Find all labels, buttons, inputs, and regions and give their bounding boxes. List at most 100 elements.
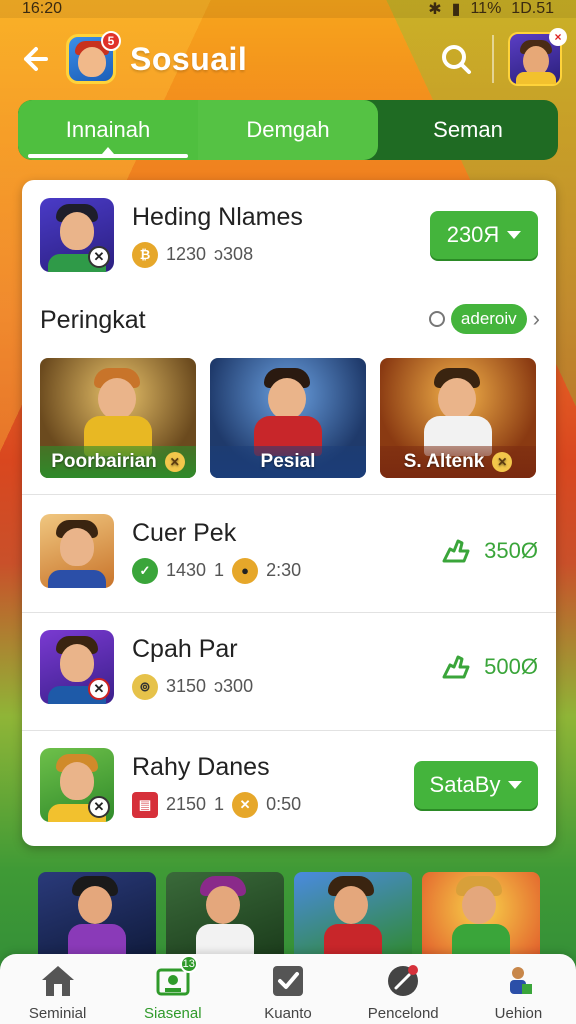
thumbnail-strip: [38, 872, 540, 962]
stat-b: ɔ308: [214, 244, 254, 264]
ball-icon: ✕: [88, 796, 110, 818]
ranking-card[interactable]: S. Altenk ✕: [380, 358, 536, 478]
player-name: Heding Nlames: [132, 202, 303, 231]
score-value: 350Ø: [484, 538, 538, 563]
hand-icon: [442, 655, 470, 679]
nav-item-uehion[interactable]: Uehion: [461, 954, 576, 1024]
stat-a: 2150: [166, 794, 207, 814]
player-score: 350Ø: [440, 537, 538, 565]
avatar-face: [60, 528, 94, 566]
card-icon: ▤: [132, 791, 158, 818]
thumb-face: [78, 886, 112, 924]
nav-item-kuanto[interactable]: Kuanto: [230, 954, 345, 1024]
row-divider: [22, 494, 556, 495]
profile-shirt: [516, 72, 556, 84]
tab-innainah[interactable]: Innainah: [18, 100, 198, 160]
ranking-filter-pill[interactable]: aderoiv: [450, 304, 527, 334]
nav-item-seminial[interactable]: Seminial: [0, 954, 115, 1024]
pen-icon: [384, 963, 422, 999]
tab-seman[interactable]: Seman: [378, 100, 558, 160]
status-icons: ✱ ▮ 11% 1D.51: [428, 0, 554, 19]
player-info: Heding Nlames ₿ 1230 ɔ308: [132, 203, 430, 268]
stat-a: 1430: [166, 560, 207, 580]
player-name: Rahy Danes: [132, 752, 270, 781]
player-name: Cpah Par: [132, 634, 238, 663]
player-stats: ₿ 1230 ɔ308: [132, 241, 430, 268]
tab-label: Demgah: [246, 117, 330, 142]
battery-percent: 11%: [470, 0, 502, 17]
card-figure-face: [438, 378, 476, 420]
nav-label: Uehion: [494, 1005, 543, 1022]
ranking-controls: aderoiv ›: [428, 304, 540, 334]
thumbnail-card[interactable]: [422, 872, 540, 962]
tab-bar: Innainah Demgah Seman: [18, 100, 558, 160]
ranking-cards: Poorbairian ✕ Pesial S. Altenk ✕: [40, 358, 536, 478]
tab-demgah[interactable]: Demgah: [198, 100, 378, 160]
thumbnail-card[interactable]: [38, 872, 156, 962]
ranking-title: Peringkat: [40, 306, 146, 334]
ranking-card-text: Pesial: [260, 451, 316, 472]
ranking-card[interactable]: Poorbairian ✕: [40, 358, 196, 478]
bluetooth-icon: ✱: [428, 1, 442, 18]
status-time: 16:20: [22, 0, 63, 17]
ball-icon: ✕: [88, 678, 110, 700]
player-avatar: ✕: [40, 630, 114, 704]
thumbnail-card[interactable]: [294, 872, 412, 962]
score-dropdown-button[interactable]: 230Я: [430, 211, 538, 259]
stat-a: 3150: [166, 676, 207, 696]
app-header: 5 Sosuail ×: [0, 24, 576, 94]
checkbox-icon: [269, 963, 307, 999]
nav-item-siasenal[interactable]: 13 Siasenal: [115, 954, 230, 1024]
ranking-card[interactable]: Pesial: [210, 358, 366, 478]
ball-icon: ✕: [492, 452, 513, 472]
search-icon[interactable]: [434, 37, 478, 81]
avatar-face: [60, 762, 94, 800]
player-row[interactable]: ✕ Cpah Par ⊚ 3150 ɔ300 500Ø: [22, 630, 556, 704]
nav-label: Seminial: [28, 1005, 87, 1022]
tab-label: Seman: [433, 117, 503, 142]
social-icon: 13: [154, 955, 198, 999]
thumb-face: [206, 886, 240, 924]
radio-button[interactable]: [428, 311, 445, 327]
bottom-navigation: Seminial 13 Siasenal Kuanto Pencelond Ue…: [0, 954, 576, 1024]
signal-icon: ▮: [451, 1, 461, 18]
thumbnail-card[interactable]: [166, 872, 284, 962]
player-figure-icon: [499, 963, 537, 999]
player-name: Cuer Pek: [132, 518, 237, 547]
app-avatar[interactable]: 5: [66, 31, 121, 84]
score-value: 500Ø: [484, 654, 538, 679]
player-row[interactable]: Cuer Pek ✓ 1430 1 ● 2:30 350Ø: [22, 514, 556, 588]
nav-label: Kuanto: [264, 1005, 312, 1022]
chevron-down-icon: [507, 231, 522, 239]
avatar-face: [60, 212, 94, 250]
score-button-label: 230Я: [446, 222, 500, 247]
chevron-right-icon[interactable]: ›: [533, 306, 540, 332]
player-row[interactable]: ✕ Rahy Danes ▤ 2150 1 ✕ 0:50 SataBy: [22, 748, 556, 822]
coin-icon: ₿: [132, 241, 158, 268]
row-divider: [22, 612, 556, 613]
tab-label: Innainah: [65, 117, 151, 142]
top-player-row[interactable]: ✕ Heding Nlames ₿ 1230 ɔ308 230Я: [22, 198, 556, 272]
player-info: Rahy Danes ▤ 2150 1 ✕ 0:50: [132, 753, 414, 818]
avatar-face: [60, 644, 94, 682]
row-divider: [22, 730, 556, 731]
ball-icon: ✕: [164, 452, 185, 472]
home-icon: [39, 963, 77, 999]
tab-caret-icon: [102, 147, 114, 154]
player-score: 500Ø: [440, 653, 538, 681]
player-info: Cuer Pek ✓ 1430 1 ● 2:30: [132, 519, 440, 584]
player-info: Cpah Par ⊚ 3150 ɔ300: [132, 635, 440, 700]
nav-item-pencelond[interactable]: Pencelond: [346, 954, 461, 1024]
stat-mid: 1: [214, 794, 225, 814]
stat-a: 1230: [166, 244, 207, 264]
nav-badge: 13: [179, 955, 198, 973]
profile-avatar[interactable]: ×: [508, 28, 567, 86]
profile-badge: ×: [549, 28, 567, 46]
nav-label: Siasenal: [144, 1005, 202, 1022]
player-avatar: ✕: [40, 198, 114, 272]
leaf-icon: ✓: [132, 557, 158, 584]
status-dropdown-button[interactable]: SataBy: [414, 761, 538, 809]
back-arrow-icon[interactable]: [14, 39, 54, 79]
stat-b: ɔ300: [214, 676, 254, 696]
status-button-label: SataBy: [429, 772, 501, 797]
